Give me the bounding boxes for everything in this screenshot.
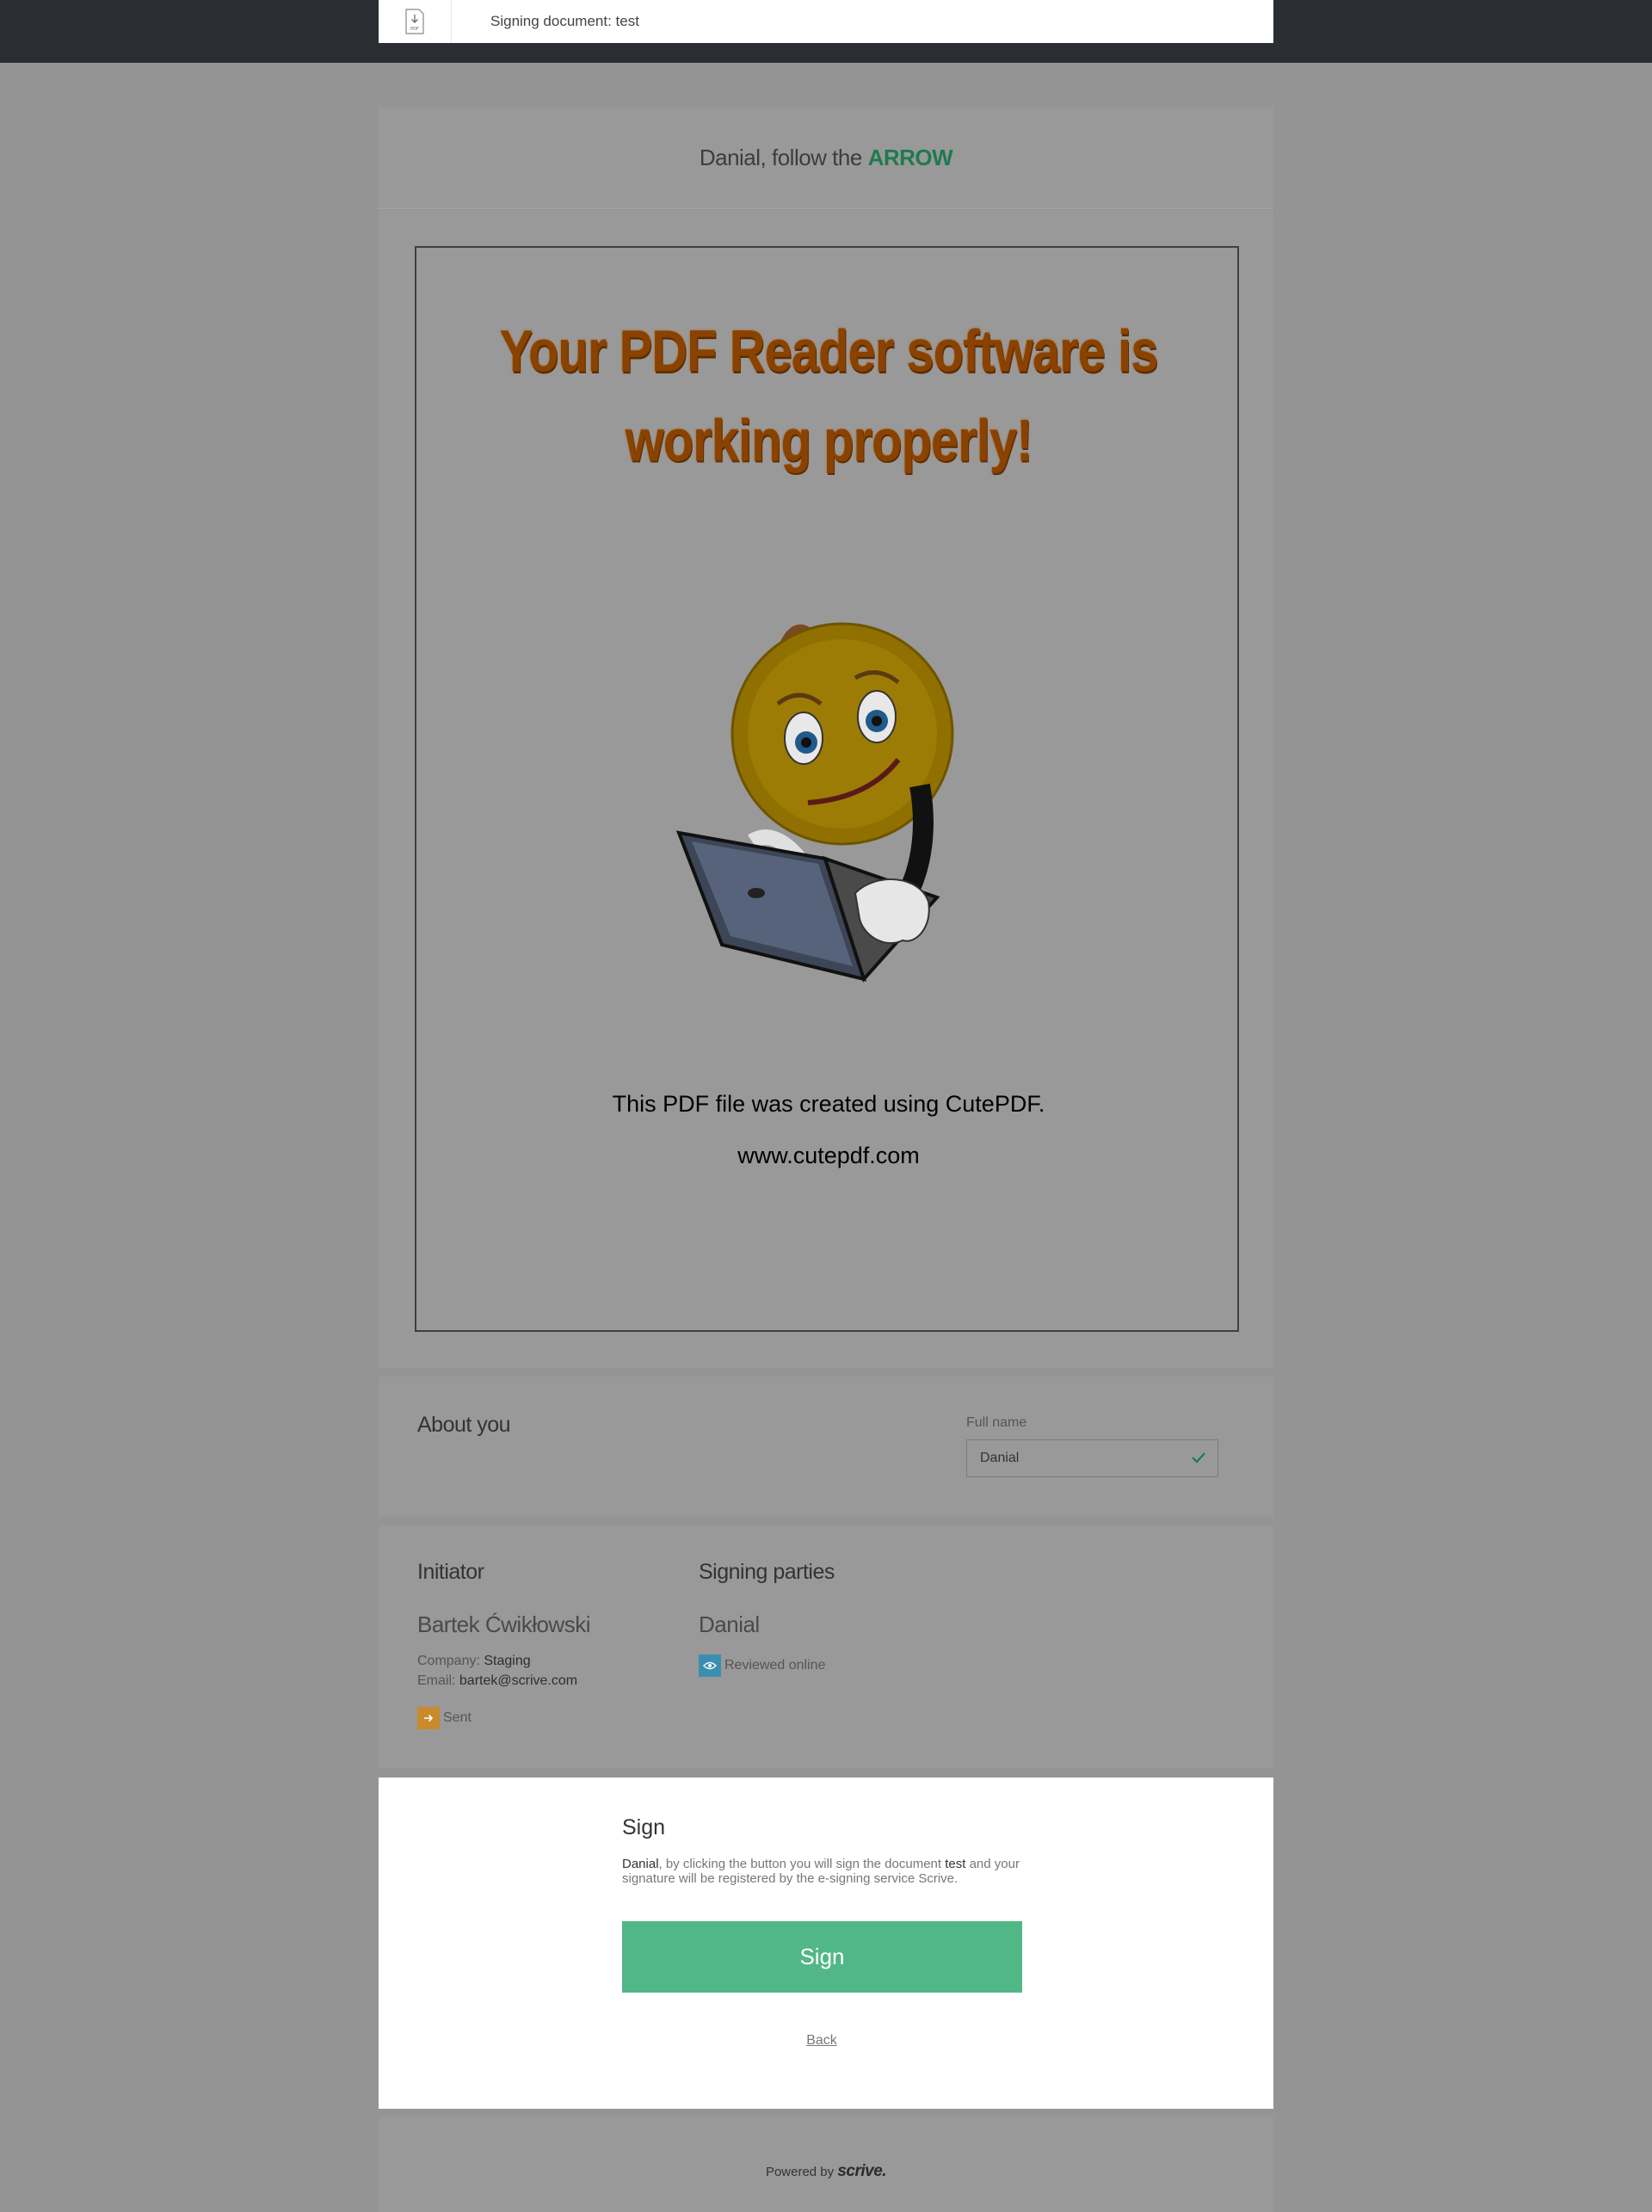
full-name-label: Full name: [966, 1415, 1027, 1430]
signer-name: Danial: [622, 1857, 659, 1871]
initiator-title: Initiator: [417, 1560, 484, 1584]
initiator-name: Bartek Ćwikłowski: [417, 1611, 591, 1637]
document-name: test: [945, 1857, 966, 1871]
powered-by: Powered by scrive.: [379, 2162, 1273, 2181]
sign-title: Sign: [622, 1815, 666, 1839]
company-label: Company:: [417, 1654, 484, 1668]
sign-text-part1: , by clicking the button you will sign t…: [658, 1857, 946, 1871]
eye-icon: [699, 1654, 721, 1677]
initiator-email: Email: bartek@scrive.com: [417, 1673, 577, 1689]
document-title: Signing document: test: [490, 13, 639, 29]
document-view: Your PDF Reader software is working prop…: [379, 210, 1273, 1368]
email-value: bartek@scrive.com: [459, 1673, 578, 1688]
footer: Powered by scrive.: [379, 2116, 1273, 2212]
initiator-status-badge: Sent: [417, 1707, 472, 1729]
pdf-website-text: www.cutepdf.com: [737, 1143, 920, 1168]
signing-party-name: Danial: [699, 1611, 760, 1637]
scrive-logo[interactable]: scrive.: [837, 2162, 886, 2180]
download-pdf-button[interactable]: PDF: [379, 0, 452, 43]
about-you-title: About you: [417, 1413, 511, 1437]
full-name-value: Danial: [980, 1451, 1020, 1465]
initiator-company: Company: Staging: [417, 1654, 531, 1669]
pdf-headline-line2: working properly!: [625, 407, 1033, 474]
pdf-created-with-text: This PDF file was created using CutePDF.: [612, 1091, 1045, 1117]
arrow-right-icon: [417, 1707, 440, 1729]
full-name-field[interactable]: Danial: [966, 1439, 1218, 1477]
sign-section: Sign Danial, by clicking the button you …: [379, 1778, 1273, 2109]
checkmark-icon: [1192, 1452, 1205, 1463]
document-header-bar: PDF Signing document: test: [379, 0, 1273, 43]
about-you-section: About you Full name Danial: [379, 1377, 1273, 1517]
pdf-headline-line1: Your PDF Reader software is: [499, 318, 1159, 385]
pdf-headline: Your PDF Reader software is working prop…: [416, 307, 1241, 486]
pdf-download-icon: PDF: [405, 9, 424, 34]
signing-parties-title: Signing parties: [699, 1560, 835, 1584]
powered-by-text: Powered by: [765, 2165, 838, 2179]
initiator-status-text: Sent: [443, 1710, 472, 1725]
pdf-page: Your PDF Reader software is working prop…: [415, 246, 1239, 1332]
arrow-instruction: Danial, follow the ARROW: [699, 145, 953, 171]
smiley-laptop-illustration: [675, 622, 954, 983]
signing-party-status-text: Reviewed online: [724, 1658, 826, 1673]
sign-description: Danial, by clicking the button you will …: [622, 1857, 1026, 1886]
follow-arrow-banner: Danial, follow the ARROW: [379, 108, 1273, 209]
sign-button[interactable]: Sign: [622, 1921, 1022, 1993]
arrow-keyword: ARROW: [867, 145, 953, 170]
back-link[interactable]: Back: [806, 2033, 837, 2048]
email-label: Email:: [417, 1673, 459, 1688]
arrow-instruction-prefix: Danial, follow the: [699, 145, 868, 170]
back-link-container: Back: [379, 2033, 1273, 2049]
svg-text:PDF: PDF: [410, 27, 419, 32]
parties-section: Initiator Bartek Ćwikłowski Company: Sta…: [379, 1525, 1273, 1768]
company-value: Staging: [484, 1654, 531, 1668]
signing-party-status-badge: Reviewed online: [699, 1654, 825, 1677]
